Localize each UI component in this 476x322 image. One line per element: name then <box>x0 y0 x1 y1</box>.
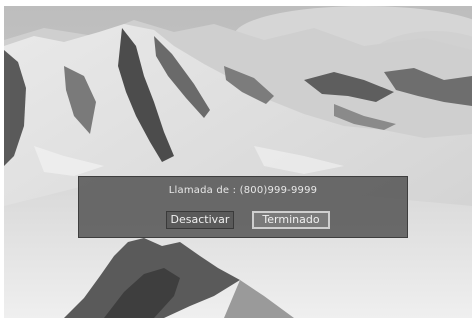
tv-screen: Llamada de : (800)999-9999 Desactivar Te… <box>4 6 472 318</box>
done-button[interactable]: Terminado <box>252 211 330 229</box>
incoming-call-dialog: Llamada de : (800)999-9999 Desactivar Te… <box>78 176 408 238</box>
deactivate-button[interactable]: Desactivar <box>166 211 234 229</box>
caller-id-text: Llamada de : (800)999-9999 <box>168 185 318 196</box>
mountain-background-image <box>4 6 472 318</box>
tv-frame: Llamada de : (800)999-9999 Desactivar Te… <box>0 0 476 322</box>
